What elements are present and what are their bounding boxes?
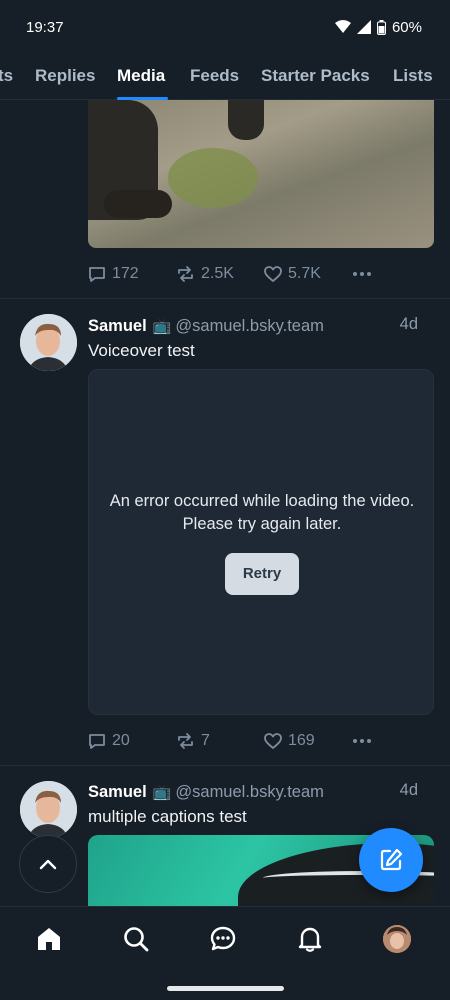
reply-button[interactable]: 172 <box>88 265 176 283</box>
profile-avatar <box>383 925 411 953</box>
search-icon <box>124 927 149 952</box>
heart-icon <box>264 732 282 749</box>
wifi-icon <box>334 20 351 33</box>
retry-button[interactable]: Retry <box>225 553 299 595</box>
reply-count: 172 <box>112 265 139 282</box>
repost-arrows-icon <box>178 266 193 282</box>
image-figure-foot <box>104 190 172 218</box>
post-header: Samuel 📺 @samuel.bsky.team 4d <box>88 315 434 337</box>
active-tab-indicator <box>117 97 168 100</box>
tab-feeds[interactable]: Feeds <box>190 54 239 100</box>
chat-icon <box>210 926 236 951</box>
video-error-message: An error occurred while loading the vide… <box>109 492 415 533</box>
chevron-up-icon <box>39 859 57 870</box>
speech-bubble-icon <box>89 267 105 282</box>
repost-button[interactable]: 7 <box>176 732 264 750</box>
author-handle[interactable]: @samuel.bsky.team <box>175 317 324 336</box>
post-time: 4d <box>399 315 418 333</box>
nav-notifications[interactable] <box>292 921 328 957</box>
tab-replies[interactable]: Replies <box>35 54 95 100</box>
author-handle[interactable]: @samuel.bsky.team <box>175 783 324 802</box>
post-image[interactable] <box>88 100 434 248</box>
compose-button[interactable] <box>359 828 423 892</box>
status-icons: 60% <box>334 18 422 36</box>
like-count: 169 <box>288 732 315 749</box>
author-name[interactable]: Samuel <box>88 783 147 802</box>
status-time: 19:37 <box>26 18 64 36</box>
like-count: 5.7K <box>288 265 321 282</box>
tab-posts[interactable]: ts <box>0 54 13 100</box>
repost-arrows-icon <box>178 733 193 749</box>
like-button[interactable]: 5.7K <box>264 265 352 283</box>
reply-button[interactable]: 20 <box>88 732 176 750</box>
reply-count: 20 <box>112 732 130 749</box>
video-error-panel: An error occurred while loading the vide… <box>88 369 434 715</box>
nav-profile[interactable] <box>379 921 415 957</box>
repost-count: 2.5K <box>201 265 234 282</box>
tv-emoji: 📺 <box>152 784 172 801</box>
image-figure-leg <box>228 100 264 140</box>
like-button[interactable]: 169 <box>264 732 352 750</box>
repost-count: 7 <box>201 732 210 749</box>
status-bar: 19:37 60% <box>0 0 450 54</box>
post-actions: 172 2.5K 5.7K <box>88 262 434 286</box>
avatar[interactable] <box>20 314 77 371</box>
tab-starter-packs[interactable]: Starter Packs <box>261 54 370 100</box>
compose-pencil-icon <box>380 848 403 871</box>
tab-lists[interactable]: Lists <box>393 54 433 100</box>
bottom-nav <box>0 906 450 1000</box>
nav-search[interactable] <box>118 921 154 957</box>
ellipsis-icon <box>353 739 371 743</box>
author-name[interactable]: Samuel <box>88 317 147 336</box>
image-grass <box>168 148 258 208</box>
more-options-button[interactable] <box>352 738 372 744</box>
signal-icon <box>356 20 371 34</box>
more-options-button[interactable] <box>352 271 372 277</box>
home-indicator <box>167 986 284 991</box>
tab-media[interactable]: Media <box>117 54 165 100</box>
post-divider <box>0 765 450 766</box>
profile-tabs: ts Replies Media Feeds Starter Packs Lis… <box>0 54 450 100</box>
nav-chat[interactable] <box>205 921 241 957</box>
post-time: 4d <box>399 781 418 799</box>
ellipsis-icon <box>353 272 371 276</box>
tv-emoji: 📺 <box>152 318 172 335</box>
post-text: Voiceover test <box>88 341 195 360</box>
post-actions: 20 7 169 <box>88 729 434 753</box>
heart-icon <box>264 265 282 282</box>
scroll-to-top-button[interactable] <box>19 835 77 893</box>
repost-button[interactable]: 2.5K <box>176 265 264 283</box>
post-text: multiple captions test <box>88 807 247 826</box>
battery-percent: 60% <box>391 18 422 36</box>
avatar[interactable] <box>20 781 77 838</box>
bell-icon <box>298 927 322 952</box>
post-header: Samuel 📺 @samuel.bsky.team 4d <box>88 781 434 803</box>
nav-home[interactable] <box>31 921 67 957</box>
home-icon <box>38 928 60 950</box>
speech-bubble-icon <box>89 734 105 749</box>
battery-icon <box>376 19 386 35</box>
post-divider <box>0 298 450 299</box>
